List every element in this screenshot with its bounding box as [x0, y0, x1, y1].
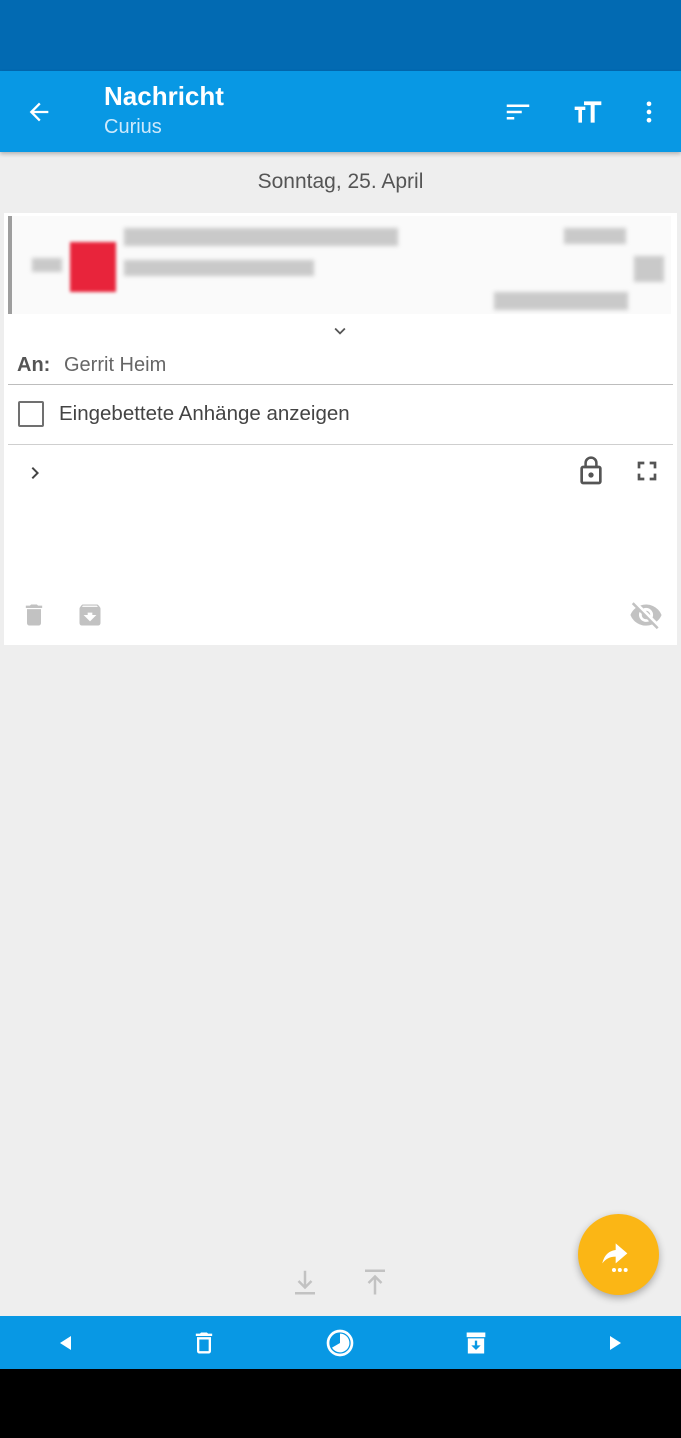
- delete-button[interactable]: [18, 599, 50, 631]
- bottom-archive-button[interactable]: [455, 1322, 497, 1364]
- blurred-sender-name: [124, 228, 398, 246]
- next-message-button[interactable]: [594, 1322, 636, 1364]
- reply-more-icon: [601, 1242, 628, 1272]
- eye-off-icon: [630, 602, 662, 630]
- text-size-button[interactable]: [565, 89, 611, 135]
- scroll-to-bottom-button[interactable]: [285, 1262, 325, 1302]
- recipient-row: An: Gerrit Heim: [8, 351, 673, 385]
- lock-open-icon: [580, 456, 602, 485]
- trash-icon: [195, 1332, 213, 1354]
- to-value[interactable]: Gerrit Heim: [64, 354, 166, 377]
- message-card: An: Gerrit Heim Eingebettete Anhänge anz…: [4, 213, 677, 645]
- show-attachments-label: Eingebettete Anhänge anzeigen: [59, 402, 350, 425]
- trash-icon: [25, 604, 43, 626]
- to-label: An:: [17, 354, 51, 376]
- fullscreen-icon: [637, 461, 657, 481]
- status-bar: [0, 0, 681, 71]
- page-subtitle: Curius: [104, 116, 162, 138]
- arrow-back-icon: [29, 102, 49, 122]
- blurred-time: [564, 228, 626, 244]
- triangle-right-icon: [610, 1336, 621, 1350]
- archive-icon: [79, 604, 101, 626]
- scroll-to-top-button[interactable]: [355, 1262, 395, 1302]
- hide-images-button[interactable]: [628, 597, 664, 633]
- arrow-up-bar-icon: [365, 1269, 385, 1295]
- sender-avatar: [70, 242, 116, 292]
- chevron-right-icon: [31, 467, 39, 479]
- expand-header-button[interactable]: [329, 320, 351, 347]
- blurred-size: [494, 292, 628, 310]
- sort-icon: [506, 104, 530, 120]
- blurred-avatar-part: [32, 258, 62, 272]
- bottom-delete-button[interactable]: [183, 1322, 225, 1364]
- triangle-left-icon: [60, 1336, 71, 1350]
- snooze-button[interactable]: [319, 1322, 361, 1364]
- expand-body-button[interactable]: [20, 458, 50, 488]
- message-date: Sonntag, 25. April: [257, 170, 424, 193]
- more-vert-icon: [646, 101, 652, 123]
- show-attachments-checkbox[interactable]: [18, 401, 44, 427]
- sort-button[interactable]: [495, 89, 541, 135]
- sender-header-blurred[interactable]: [8, 216, 671, 314]
- page-title: Nachricht: [104, 81, 224, 111]
- clock-icon: [326, 1329, 354, 1357]
- app-bar: Nachricht Curius: [0, 71, 681, 152]
- blurred-flag: [634, 256, 664, 282]
- show-attachments-row[interactable]: Eingebettete Anhänge anzeigen: [8, 393, 673, 445]
- arrow-down-bar-icon: [295, 1270, 315, 1295]
- title-group: Nachricht Curius: [104, 81, 224, 141]
- system-navigation-bar: [0, 1369, 681, 1438]
- archive-icon: [466, 1332, 486, 1354]
- fullscreen-button[interactable]: [629, 453, 665, 489]
- reply-fab[interactable]: [578, 1214, 659, 1295]
- more-options-button[interactable]: [626, 89, 672, 135]
- bottom-action-bar: [0, 1316, 681, 1369]
- blurred-subject: [124, 260, 314, 276]
- encryption-button[interactable]: [573, 453, 609, 489]
- previous-message-button[interactable]: [45, 1322, 87, 1364]
- back-button[interactable]: [16, 89, 62, 135]
- archive-button[interactable]: [74, 599, 106, 631]
- text-size-icon: [574, 101, 602, 123]
- chevron-down-icon: [334, 327, 346, 335]
